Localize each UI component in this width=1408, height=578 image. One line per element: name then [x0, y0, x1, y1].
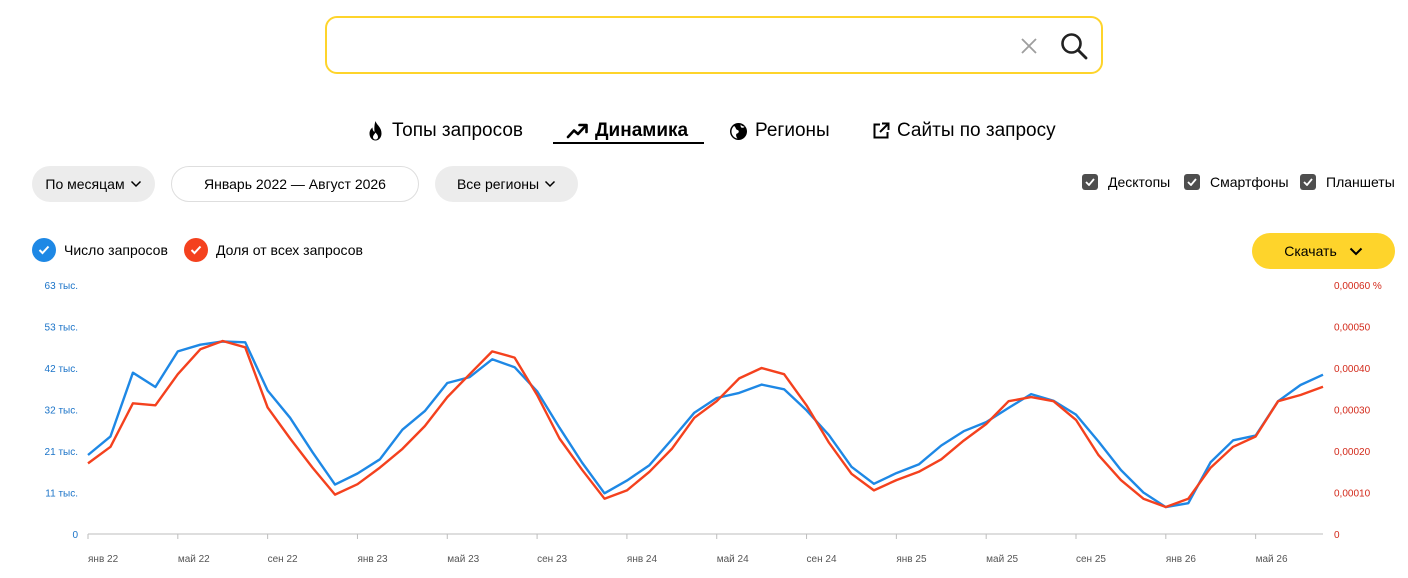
x-tick-label: янв 26 — [1166, 554, 1197, 565]
y-left-tick-label: 42 тыс. — [45, 364, 78, 375]
y-right-tick-label: 0,00050 — [1334, 323, 1371, 334]
legend-share-label: Доля от всех запросов — [216, 242, 363, 258]
y-left-tick-label: 53 тыс. — [45, 323, 78, 334]
tab-top-queries[interactable]: Топы запросов — [366, 116, 523, 146]
checkbox-label: Смартфоны — [1210, 174, 1289, 190]
y-left-tick-label: 21 тыс. — [45, 447, 78, 458]
search-icon[interactable] — [1059, 31, 1089, 61]
tablet-checkbox[interactable]: Планшеты — [1300, 174, 1395, 190]
clear-icon[interactable] — [1017, 34, 1041, 58]
x-tick-label: май 24 — [717, 554, 749, 565]
x-tick-label: янв 23 — [357, 554, 388, 565]
tab-label: Сайты по запросу — [897, 120, 1056, 141]
date-range-label: Январь 2022 — Август 2026 — [204, 176, 386, 192]
checkmark-icon — [184, 238, 208, 262]
region-select[interactable]: Все регионы — [435, 166, 578, 202]
checkmark-icon — [1184, 174, 1200, 190]
x-tick-label: янв 22 — [88, 554, 119, 565]
legend-count-label: Число запросов — [64, 242, 168, 258]
tab-sites[interactable]: Сайты по запросу — [872, 116, 1056, 146]
checkmark-icon — [1300, 174, 1316, 190]
globe-icon — [730, 122, 747, 140]
search-input[interactable] — [341, 28, 1001, 62]
period-group-select[interactable]: По месяцам — [32, 166, 155, 202]
y-right-tick-label: 0,00060 % — [1334, 281, 1382, 292]
date-range-picker[interactable]: Январь 2022 — Август 2026 — [171, 166, 419, 202]
y-right-tick-label: 0 — [1334, 530, 1340, 541]
tab-bar: Топы запросов Динамика Регионы Сайты по … — [0, 116, 1408, 146]
region-label: Все регионы — [456, 176, 540, 192]
active-tab-indicator — [553, 142, 704, 144]
y-right-tick-label: 0,00030 — [1334, 406, 1371, 417]
period-group-label: По месяцам — [45, 176, 125, 192]
checkmark-icon — [32, 238, 56, 262]
checkbox-label: Десктопы — [1108, 174, 1171, 190]
count-series-line — [87, 340, 1324, 509]
y-right-tick-label: 0,00020 — [1334, 447, 1371, 458]
dynamics-chart: янв 22 май 22 сен 22 янв 23 май 23 сен 23 янв … — [45, 281, 1382, 565]
download-button[interactable]: Скачать — [1252, 233, 1395, 269]
y-right-tick-label: 0,00040 — [1334, 364, 1371, 375]
legend-count-toggle[interactable]: Число запросов — [32, 238, 168, 262]
y-left-tick-label: 11 тыс. — [45, 489, 78, 500]
y-left-tick-label: 63 тыс. — [45, 281, 78, 292]
x-tick-label: янв 25 — [896, 554, 927, 565]
x-tick-label: май 26 — [1256, 554, 1288, 565]
desktop-checkbox[interactable]: Десктопы — [1082, 174, 1170, 190]
x-tick-label: май 25 — [986, 554, 1018, 565]
y-left-tick-label: 0 — [72, 530, 78, 541]
x-tick-label: сен 25 — [1076, 554, 1106, 565]
trend-icon — [566, 123, 588, 139]
smartphone-checkbox[interactable]: Смартфоны — [1184, 174, 1289, 190]
chevron-down-icon — [1349, 247, 1362, 255]
tab-regions[interactable]: Регионы — [729, 116, 830, 146]
external-link-icon — [873, 122, 890, 139]
x-tick-label: сен 23 — [537, 554, 567, 565]
fire-icon — [369, 121, 382, 141]
legend-share-toggle[interactable]: Доля от всех запросов — [184, 238, 363, 262]
tab-label: Динамика — [595, 120, 689, 141]
search-box — [325, 16, 1103, 74]
x-tick-label: май 23 — [447, 554, 479, 565]
share-series-line — [87, 339, 1324, 509]
x-tick-label: май 22 — [178, 554, 210, 565]
checkmark-icon — [1082, 174, 1098, 190]
x-tick-label: янв 24 — [627, 554, 658, 565]
y-right-tick-label: 0,00010 — [1334, 489, 1371, 500]
chevron-down-icon — [130, 180, 141, 188]
checkbox-label: Планшеты — [1326, 174, 1395, 190]
tab-label: Регионы — [755, 120, 830, 141]
x-tick-label: сен 22 — [268, 554, 298, 565]
chevron-down-icon — [545, 180, 556, 188]
tab-label: Топы запросов — [392, 120, 523, 141]
x-tick-label: сен 24 — [807, 554, 837, 565]
y-left-tick-label: 32 тыс. — [45, 406, 78, 417]
download-label: Скачать — [1284, 243, 1337, 259]
